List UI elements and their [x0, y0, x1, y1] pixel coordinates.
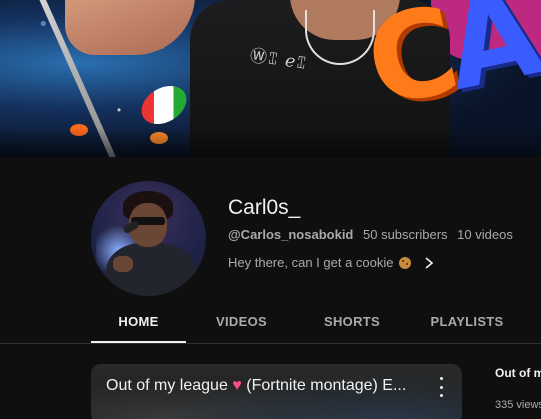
channel-meta: @Carlos_nosabokid 50 subscribers 10 vide…	[228, 227, 513, 242]
heart-icon: ♥	[232, 377, 242, 394]
featured-title-part1: Out of my league	[106, 377, 228, 394]
channel-banner: Ⓦ⑄ ℯ⑄ CA	[0, 0, 541, 157]
cookie-icon	[399, 256, 412, 269]
featured-video-title[interactable]: Out of my league ♥ (Fortnite montage) E.…	[106, 377, 426, 395]
tab-home[interactable]: HOME	[91, 303, 186, 343]
tab-playlists[interactable]: PLAYLISTS	[417, 303, 517, 343]
chevron-right-icon[interactable]	[423, 256, 435, 270]
channel-tabs: HOME VIDEOS SHORTS PLAYLISTS	[91, 303, 517, 343]
channel-handle: @Carlos_nosabokid	[228, 227, 354, 242]
channel-avatar[interactable]	[91, 181, 206, 296]
side-video-views: 335 views	[495, 399, 541, 411]
channel-description[interactable]: Hey there, can I get a cookie	[228, 255, 435, 270]
description-text: Hey there, can I get a cookie	[228, 255, 394, 270]
tab-videos[interactable]: VIDEOS	[194, 303, 289, 343]
tabs-divider	[0, 343, 541, 344]
featured-video[interactable]: Out of my league ♥ (Fortnite montage) E.…	[91, 364, 462, 419]
tab-shorts[interactable]: SHORTS	[297, 303, 407, 343]
channel-name: Carl0s_	[228, 196, 301, 219]
side-video-title[interactable]: Out of m	[495, 366, 541, 380]
more-vert-icon[interactable]	[429, 377, 453, 397]
featured-title-part2: (Fortnite montage) E...	[246, 377, 407, 394]
subscriber-count: 50 subscribers	[363, 227, 448, 242]
video-count: 10 videos	[457, 227, 513, 242]
